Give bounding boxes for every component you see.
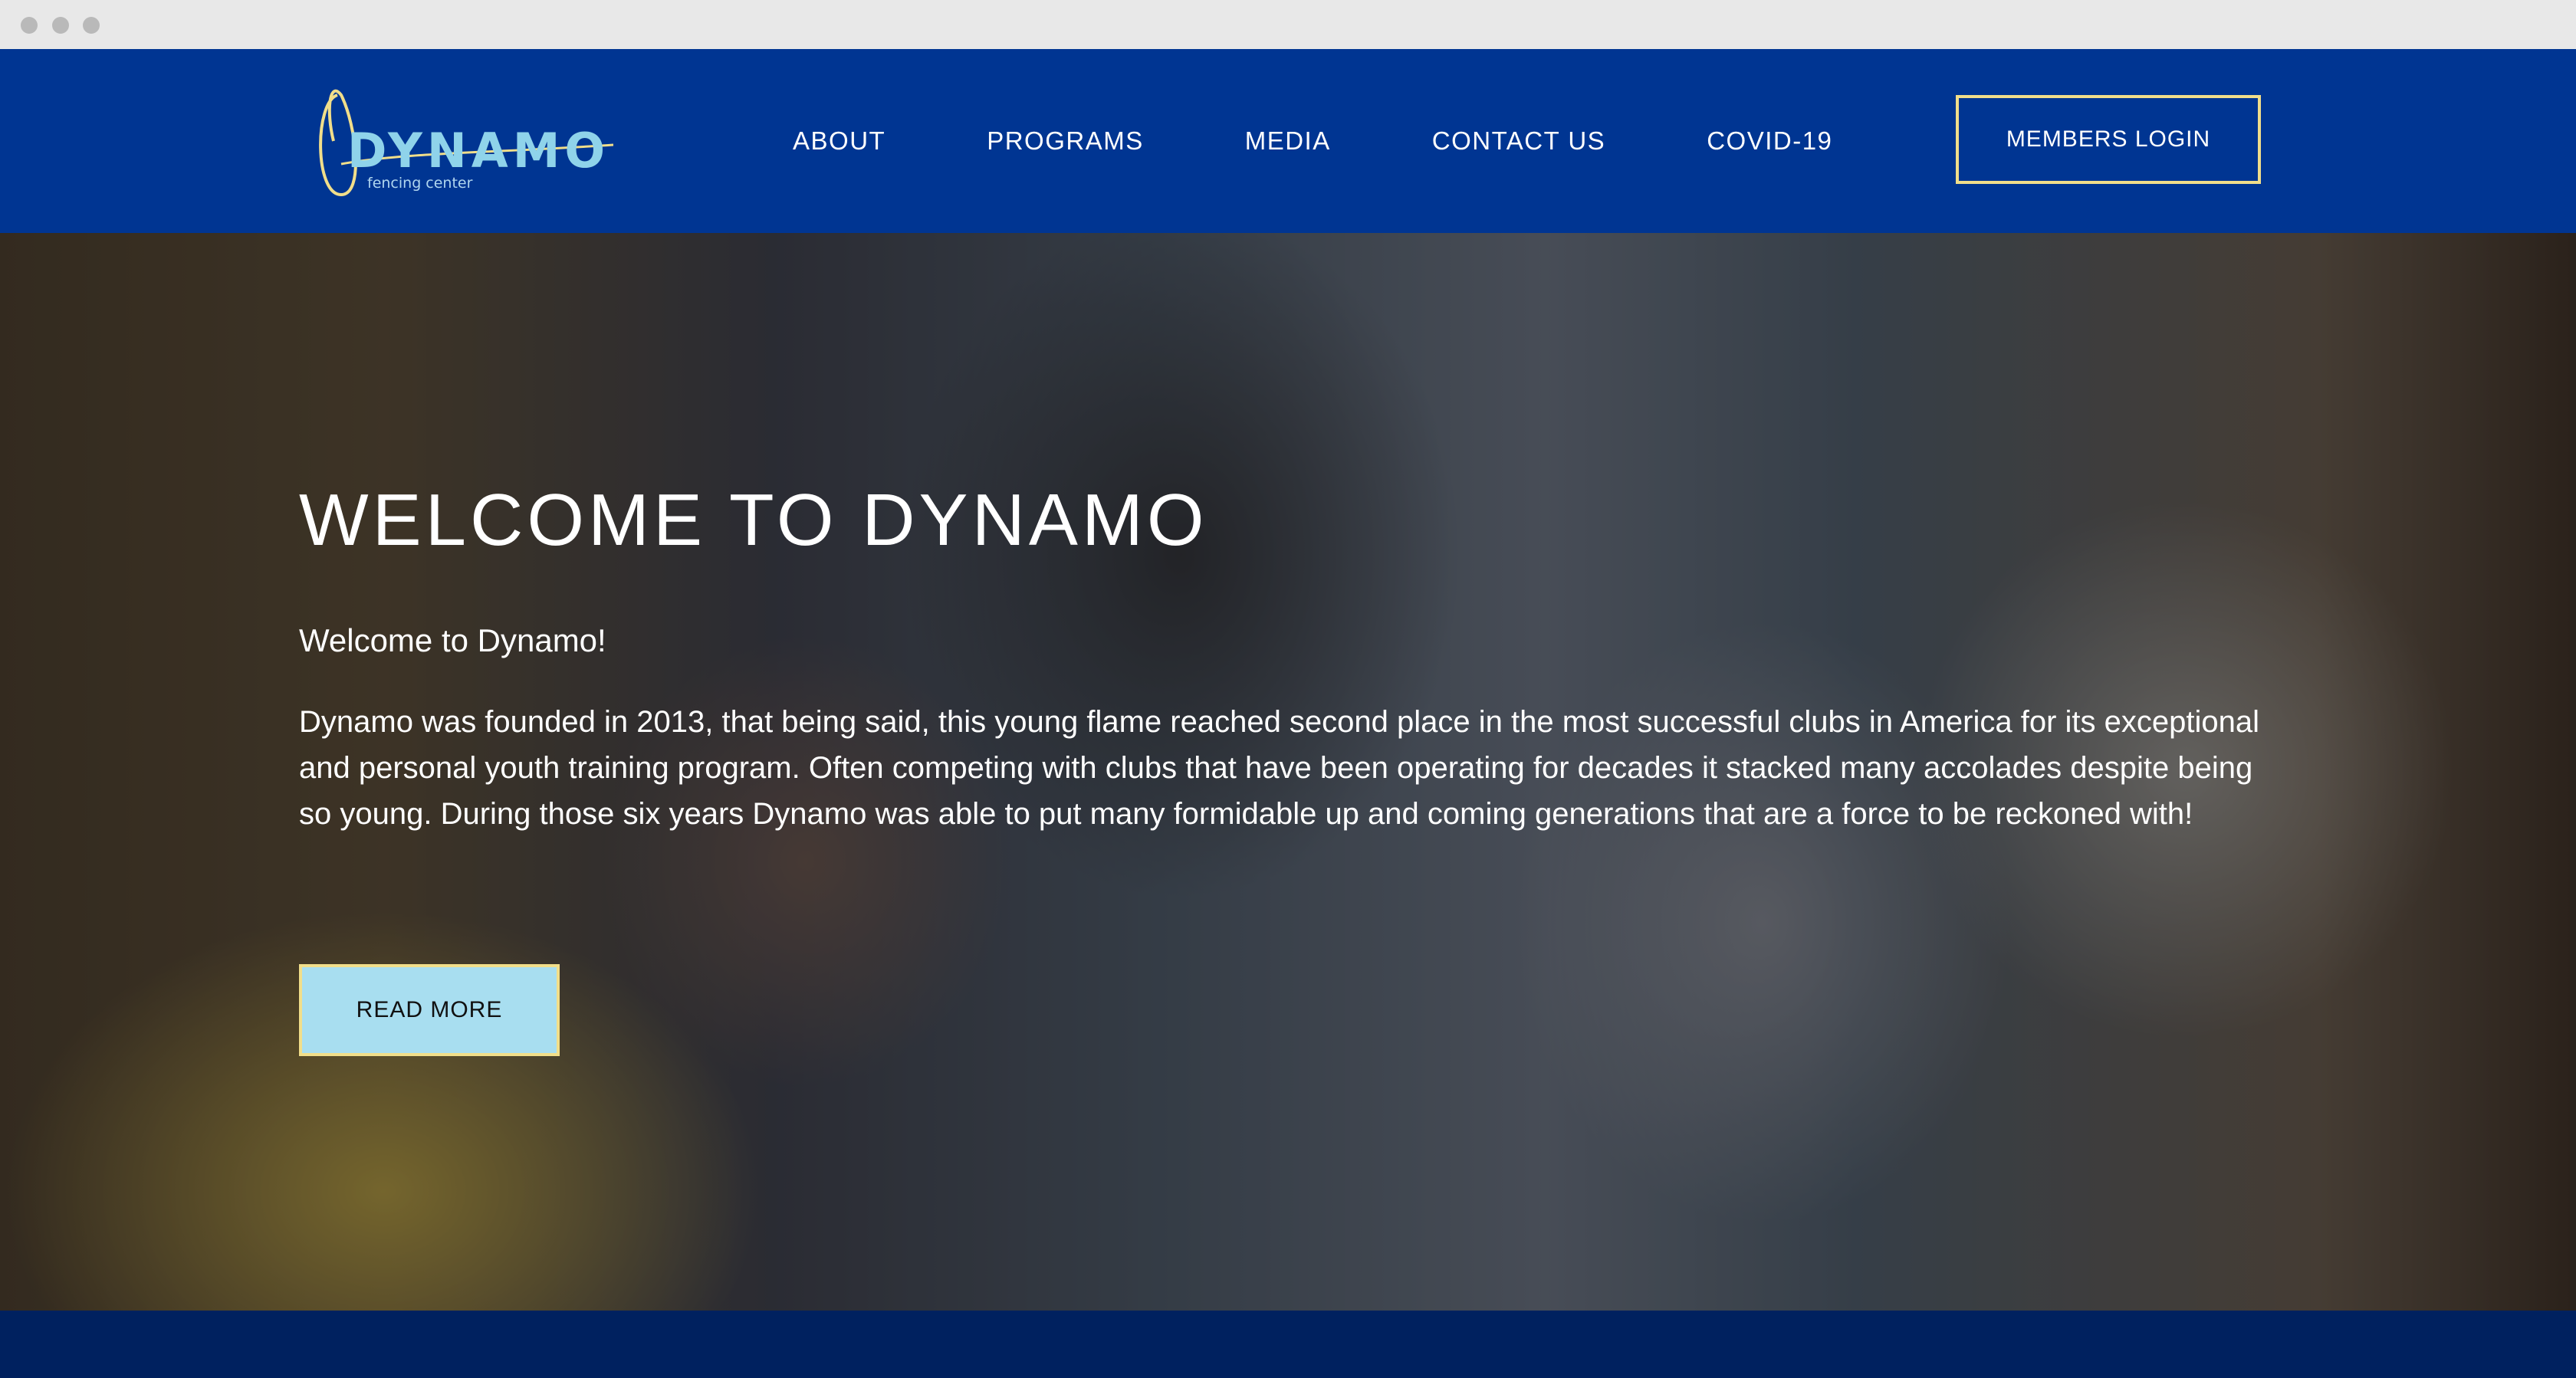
- footer-strip: [0, 1311, 2576, 1378]
- window-minimize-dot[interactable]: [52, 17, 69, 34]
- read-more-button[interactable]: READ MORE: [299, 964, 560, 1056]
- window-maximize-dot[interactable]: [83, 17, 100, 34]
- logo-tagline: fencing center: [367, 175, 473, 192]
- dynamo-logo[interactable]: DYNAMO fencing center: [310, 80, 614, 202]
- hero-section: WELCOME TO DYNAMO Welcome to Dynamo! Dyn…: [0, 233, 2576, 1311]
- window-close-dot[interactable]: [21, 17, 38, 34]
- nav-item-about[interactable]: ABOUT: [793, 126, 886, 156]
- nav-item-contact-us[interactable]: CONTACT US: [1432, 126, 1605, 156]
- hero-title: WELCOME TO DYNAMO: [299, 479, 1208, 561]
- hero-subtitle: Welcome to Dynamo!: [299, 622, 606, 658]
- nav-item-covid-19[interactable]: COVID-19: [1707, 126, 1832, 156]
- nav-item-media[interactable]: MEDIA: [1245, 126, 1331, 156]
- site-header: DYNAMO fencing center ABOUT PROGRAMS MED…: [0, 49, 2576, 233]
- hero-body-text: Dynamo was founded in 2013, that being s…: [299, 705, 2259, 831]
- nav-item-programs[interactable]: PROGRAMS: [987, 126, 1144, 156]
- browser-chrome: [0, 0, 2576, 49]
- logo-wordmark: DYNAMO: [347, 123, 610, 179]
- members-login-button[interactable]: MEMBERS LOGIN: [1956, 95, 2261, 184]
- main-nav: ABOUT PROGRAMS MEDIA CONTACT US COVID-19: [793, 49, 1934, 233]
